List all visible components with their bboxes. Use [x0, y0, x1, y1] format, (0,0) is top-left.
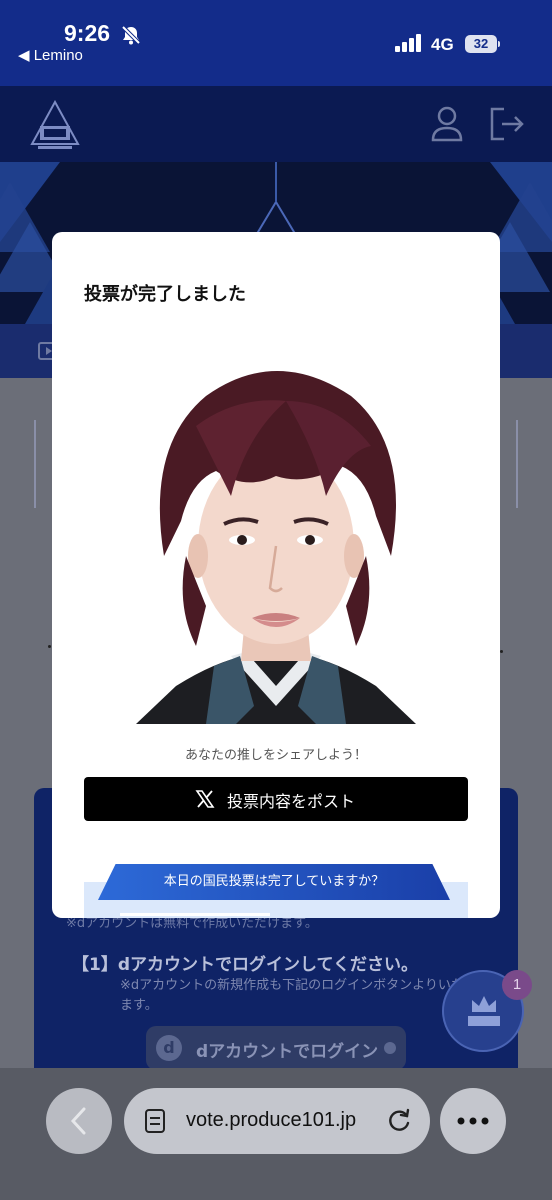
- page-divider: [34, 420, 36, 508]
- arrow-right-icon: [384, 1042, 396, 1054]
- battery-level: 32: [465, 35, 497, 53]
- divider: [120, 913, 270, 916]
- page-dot: [48, 645, 51, 648]
- more-options-button[interactable]: [440, 1088, 506, 1154]
- user-icon[interactable]: [430, 106, 464, 142]
- x-logo-icon: [195, 790, 215, 808]
- reload-icon[interactable]: [386, 1108, 412, 1134]
- d-account-login-button[interactable]: d dアカウントでログイン: [146, 1026, 406, 1070]
- battery-icon: 32: [465, 35, 501, 53]
- post-to-x-button[interactable]: 投票内容をポスト: [84, 777, 468, 821]
- trainee-portrait: [136, 371, 416, 724]
- post-button-label: 投票内容をポスト: [227, 792, 356, 811]
- bell-muted-icon: [121, 25, 141, 45]
- status-time: 9:26: [64, 20, 111, 46]
- reader-tabs-icon[interactable]: [144, 1108, 166, 1134]
- modal-title: 投票が完了しました: [84, 284, 246, 305]
- network-label: 4G: [431, 35, 454, 54]
- step-1-heading: 【1】dアカウントでログインしてください。: [72, 955, 418, 975]
- page-divider: [516, 420, 518, 508]
- signal-icon: [395, 34, 421, 52]
- page-dot: [500, 650, 503, 653]
- app-header: [0, 86, 552, 162]
- browser-back-button[interactable]: [46, 1088, 112, 1154]
- vote-complete-modal: 投票が完了しました あなたの推しをシェアしよう！ 投票内容をポスト 本日の国民投…: [52, 232, 500, 918]
- chevron-left-icon: [70, 1107, 86, 1135]
- more-dots-icon: [457, 1117, 489, 1125]
- back-to-app-link[interactable]: ◀ Lemino: [18, 46, 83, 64]
- vote-check-banner: 本日の国民投票は完了していますか？: [98, 864, 450, 900]
- logout-icon[interactable]: [488, 106, 526, 142]
- share-prompt: あなたの推しをシェアしよう！: [184, 748, 367, 763]
- address-bar[interactable]: vote.produce101.jp: [124, 1088, 430, 1154]
- notification-badge: 1: [502, 970, 532, 1000]
- status-bar: 9:26 ◀ Lemino 4G 32: [0, 0, 552, 86]
- produce101-logo[interactable]: [30, 100, 80, 152]
- browser-toolbar: vote.produce101.jp: [0, 1068, 552, 1200]
- login-button-label: dアカウントでログイン: [196, 1042, 379, 1062]
- crown-icon: [468, 996, 500, 1026]
- url-text: vote.produce101.jp: [186, 1109, 357, 1131]
- d-account-icon: d: [156, 1035, 182, 1061]
